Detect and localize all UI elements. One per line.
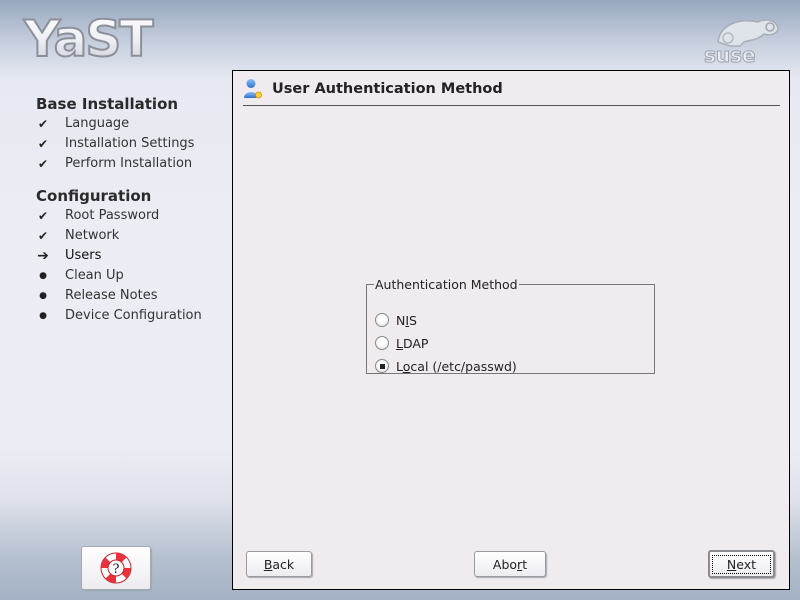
back-button[interactable]: Back	[246, 551, 312, 577]
lifebuoy-help-icon: ?	[100, 552, 132, 584]
abort-button-label: Abort	[492, 556, 528, 572]
step-clean-up: ● Clean Up	[36, 266, 226, 286]
checkmark-icon: ✔	[37, 137, 49, 151]
section-configuration: Configuration	[36, 187, 152, 205]
step-installation-settings: ✔ Installation Settings	[36, 134, 226, 154]
radio-label: NIS	[396, 312, 417, 328]
step-root-password: ✔ Root Password	[36, 206, 226, 226]
dialog-title: User Authentication Method	[272, 81, 503, 97]
step-label: Release Notes	[65, 288, 158, 303]
authentication-method-group: Authentication Method NIS LDAP Local (/e…	[366, 277, 655, 374]
step-label: Device Configuration	[65, 308, 202, 323]
radio-local[interactable]: Local (/etc/passwd)	[375, 356, 517, 376]
radio-button[interactable]	[375, 336, 389, 350]
step-release-notes: ● Release Notes	[36, 286, 226, 306]
step-perform-installation: ✔ Perform Installation	[36, 154, 226, 174]
step-language: ✔ Language	[36, 114, 226, 134]
next-button-label: Next	[711, 554, 772, 574]
user-icon	[244, 79, 262, 99]
checkmark-icon: ✔	[37, 209, 49, 223]
help-button[interactable]: ?	[81, 546, 151, 590]
bullet-icon: ●	[39, 291, 47, 301]
svg-text:?: ?	[113, 562, 120, 577]
header-separator	[243, 105, 780, 106]
radio-label: Local (/etc/passwd)	[396, 358, 517, 374]
suse-logo: suse	[704, 19, 779, 65]
checkmark-icon: ✔	[37, 117, 49, 131]
installation-steps: Base Installation ✔ Language ✔ Installat…	[36, 94, 226, 326]
dialog-panel: User Authentication Method Authenticatio…	[232, 70, 790, 590]
group-legend: Authentication Method	[375, 277, 518, 292]
radio-button-checked[interactable]	[375, 359, 389, 373]
step-users: ➔ Users	[36, 246, 226, 266]
checkmark-icon: ✔	[37, 157, 49, 171]
bullet-icon: ●	[39, 311, 47, 321]
abort-button[interactable]: Abort	[474, 551, 546, 577]
yast-logo: YaST	[22, 14, 156, 62]
step-label: Users	[65, 248, 102, 263]
step-label: Language	[65, 116, 130, 131]
step-label: Perform Installation	[65, 156, 193, 171]
radio-label: LDAP	[396, 335, 429, 351]
section-base-installation: Base Installation	[36, 95, 179, 113]
step-label: Root Password	[65, 208, 160, 223]
radio-nis[interactable]: NIS	[375, 310, 417, 330]
checkmark-icon: ✔	[37, 229, 49, 243]
step-label: Installation Settings	[65, 136, 195, 151]
step-network: ✔ Network	[36, 226, 226, 246]
arrow-right-icon: ➔	[37, 248, 49, 264]
svg-text:suse: suse	[704, 43, 756, 65]
step-label: Clean Up	[65, 268, 124, 283]
bullet-icon: ●	[39, 271, 47, 281]
back-button-label: Back	[263, 556, 295, 572]
radio-ldap[interactable]: LDAP	[375, 333, 428, 353]
dialog-header: User Authentication Method	[243, 76, 503, 102]
step-device-configuration: ● Device Configuration	[36, 306, 226, 326]
radio-button[interactable]	[375, 313, 389, 327]
next-button[interactable]: Next	[708, 550, 775, 578]
step-label: Network	[65, 228, 120, 243]
svg-text:YaST: YaST	[23, 14, 153, 62]
